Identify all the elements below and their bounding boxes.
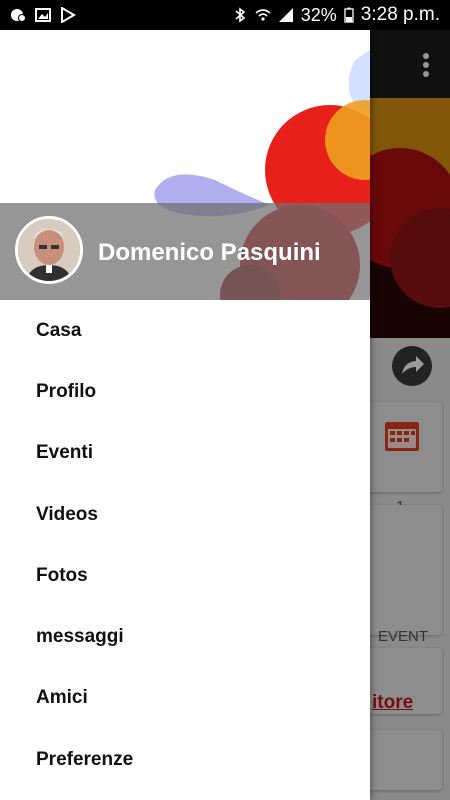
bluetooth-icon [235, 7, 246, 23]
menu-item-amici[interactable]: Amici [0, 668, 370, 729]
menu-item-fotos[interactable]: Fotos [0, 545, 370, 606]
profile-photo [18, 219, 80, 281]
menu-item-casa[interactable]: Casa [0, 300, 370, 361]
chat-notification-icon [11, 9, 26, 22]
menu-item-eventi[interactable]: Eventi [0, 423, 370, 484]
menu-item-videos[interactable]: Videos [0, 484, 370, 545]
signal-icon [278, 8, 293, 22]
battery-percent: 32% [300, 4, 337, 25]
user-avatar[interactable] [15, 216, 83, 284]
navigation-drawer: Domenico Pasquini Casa Profilo Eventi Vi… [0, 30, 370, 800]
clock: 3:28 p.m. [360, 4, 440, 25]
wifi-icon [255, 9, 271, 21]
status-bar: 32% 3:28 p.m. [0, 0, 450, 30]
menu-item-profilo[interactable]: Profilo [0, 361, 370, 422]
drawer-menu: Casa Profilo Eventi Videos Fotos messagg… [0, 300, 370, 790]
menu-item-preferenze[interactable]: Preferenze [0, 729, 370, 790]
battery-icon [344, 7, 354, 23]
user-name[interactable]: Domenico Pasquini [98, 239, 321, 267]
gallery-icon [35, 8, 51, 22]
drawer-header: Domenico Pasquini [0, 30, 370, 300]
play-store-icon [61, 7, 76, 23]
menu-item-messaggi[interactable]: messaggi [0, 606, 370, 667]
